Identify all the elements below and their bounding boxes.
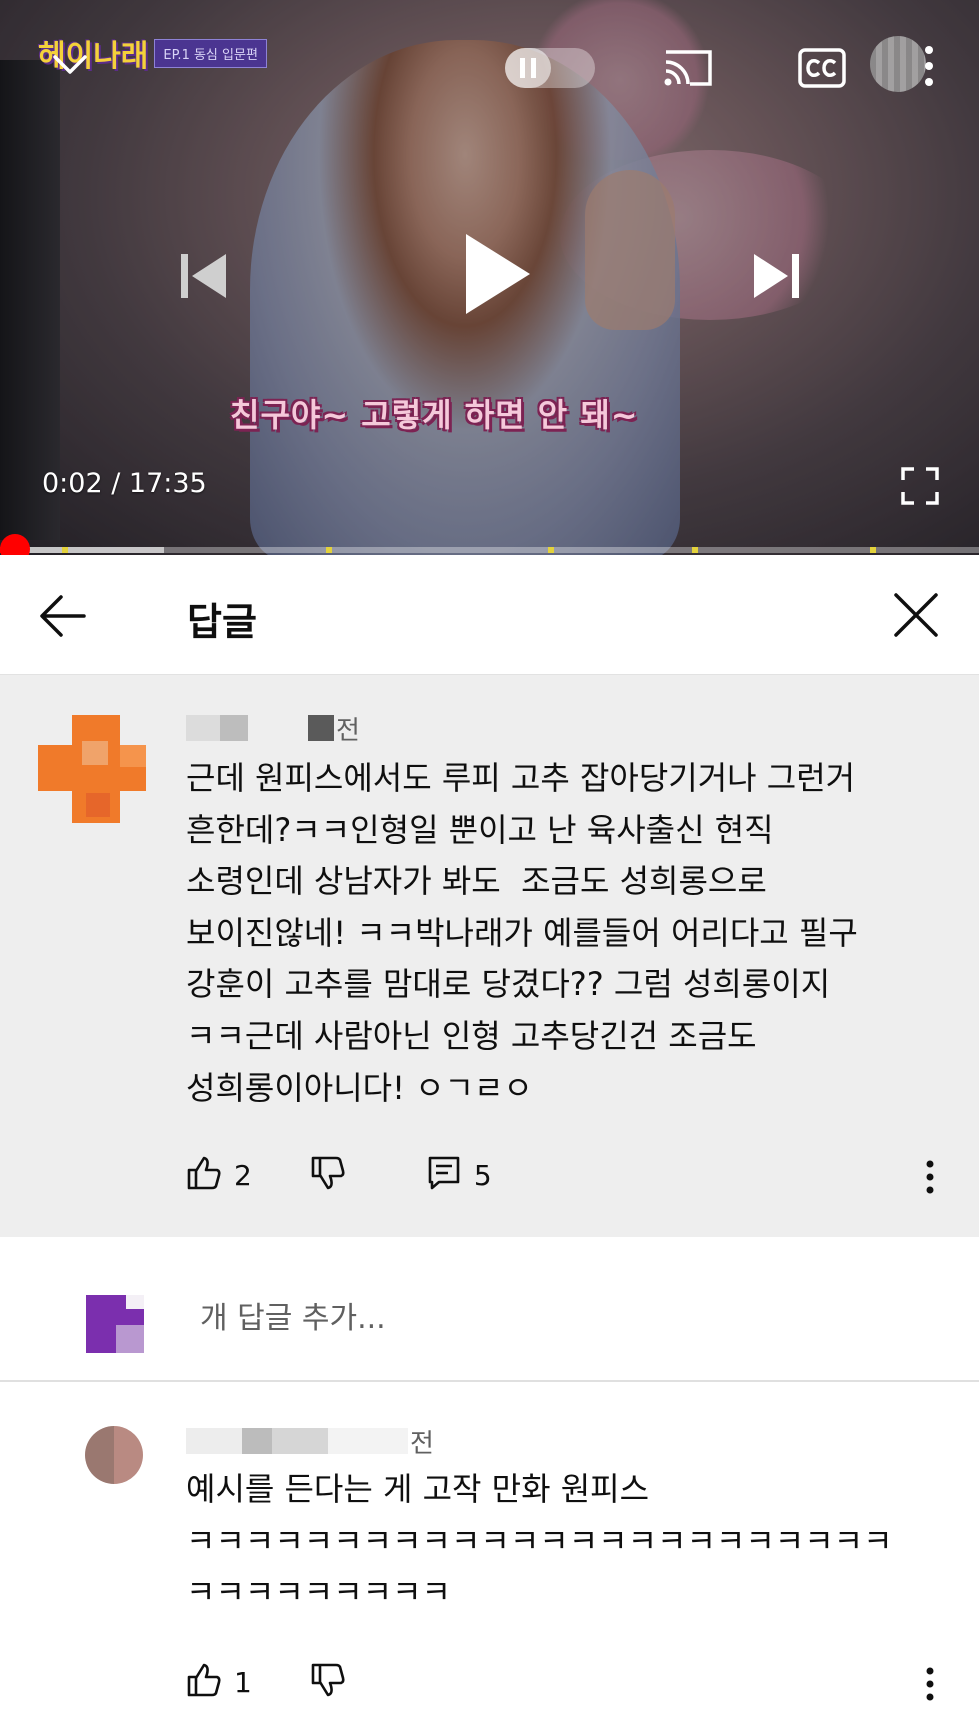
time-separator: / xyxy=(102,468,129,499)
reply-count: 5 xyxy=(473,1158,492,1192)
chapter-marker xyxy=(692,547,698,553)
comment-time: 전 xyxy=(336,715,360,746)
comment-text: 근데 원피스에서도 루피 고추 잡아당기거나 그런거 흔한데?ㅋㅋ인형일 뿐이고… xyxy=(186,759,858,1107)
like-count: 2 xyxy=(234,1158,252,1192)
comment-time: 전 xyxy=(410,1428,434,1459)
add-reply-input[interactable] xyxy=(200,1295,900,1341)
video-player[interactable]: 헤이나래 EP.1 동심 입문편 친구야~ 고렇게 하면 안 돼~ 0:02 /… xyxy=(0,0,979,555)
autoplay-toggle[interactable] xyxy=(505,48,595,88)
burned-in-caption: 친구야~ 고렇게 하면 안 돼~ xyxy=(230,396,639,434)
cc-icon[interactable] xyxy=(797,46,851,94)
more-vert-icon[interactable] xyxy=(924,1666,936,1706)
cast-icon[interactable] xyxy=(660,46,716,94)
chapter-marker xyxy=(870,547,876,553)
parent-comment: 전 근데 원피스에서도 루피 고추 잡아당기거나 그런거 흔한데?ㅋㅋ인형일 뿐… xyxy=(0,675,979,1237)
more-vert-icon[interactable] xyxy=(922,44,936,92)
redacted-username xyxy=(242,1428,272,1454)
account-avatar[interactable] xyxy=(870,36,926,92)
redacted-username xyxy=(248,715,308,741)
reply-icon[interactable] xyxy=(426,1155,462,1195)
redacted-username xyxy=(220,715,248,741)
episode-badge: EP.1 동심 입문편 xyxy=(154,38,267,68)
chapter-marker xyxy=(326,547,332,553)
chapter-marker xyxy=(62,547,68,553)
current-time: 0:02 xyxy=(42,468,103,499)
redacted-timestamp xyxy=(308,715,334,741)
more-vert-icon[interactable] xyxy=(924,1159,936,1199)
time-display: 0:02 / 17:35 xyxy=(42,468,207,499)
like-count: 1 xyxy=(234,1665,252,1699)
fullscreen-icon[interactable] xyxy=(900,466,940,510)
pause-icon xyxy=(505,48,551,88)
close-icon[interactable] xyxy=(892,591,940,643)
redacted-timestamp xyxy=(328,1428,408,1454)
comment-meta: 전 xyxy=(186,1426,434,1459)
reply-comment: 전 예시를 든다는 게 고작 만화 원피스 ㅋㅋㅋㅋㅋㅋㅋㅋㅋㅋㅋㅋㅋㅋㅋㅋㅋㅋ… xyxy=(0,1382,979,1722)
thumb-up-icon[interactable] xyxy=(186,1155,222,1195)
redacted-username xyxy=(272,1428,328,1454)
chapter-marker xyxy=(548,547,554,553)
skip-previous-icon[interactable] xyxy=(178,248,230,308)
comment-actions: 1 xyxy=(186,1662,346,1702)
redacted-username xyxy=(186,1428,242,1454)
thumb-down-icon[interactable] xyxy=(310,1662,346,1702)
skip-next-icon[interactable] xyxy=(750,248,802,308)
avatar[interactable] xyxy=(38,715,146,823)
comment-text: 예시를 든다는 게 고작 만화 원피스 ㅋㅋㅋㅋㅋㅋㅋㅋㅋㅋㅋㅋㅋㅋㅋㅋㅋㅋㅋㅋ… xyxy=(186,1470,893,1612)
avatar xyxy=(86,1295,144,1353)
page-title: 답글 xyxy=(187,600,257,644)
comment-meta: 전 xyxy=(186,713,360,746)
progress-bar[interactable] xyxy=(0,547,979,553)
play-icon[interactable] xyxy=(462,230,534,322)
thumb-up-icon[interactable] xyxy=(186,1662,222,1702)
arrow-back-icon[interactable] xyxy=(38,593,88,643)
chevron-down-icon[interactable] xyxy=(52,54,88,80)
redacted-username xyxy=(186,715,220,741)
add-reply-box xyxy=(0,1237,979,1382)
thumb-down-icon[interactable] xyxy=(310,1155,346,1195)
avatar[interactable] xyxy=(85,1426,143,1484)
duration: 17:35 xyxy=(128,468,207,499)
comment-actions: 2 5 xyxy=(186,1155,492,1195)
replies-header: 답글 xyxy=(0,555,979,675)
